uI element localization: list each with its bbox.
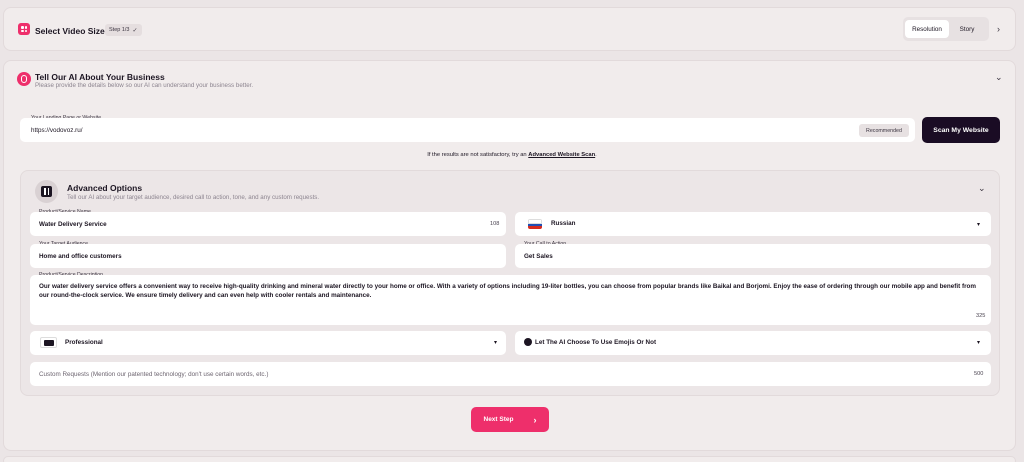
step-label: Step 1/3 xyxy=(109,27,130,33)
ai-logo-icon xyxy=(17,72,31,86)
chevron-down-icon: ▾ xyxy=(977,222,981,228)
bottom-panel-edge xyxy=(3,456,1016,462)
sliders-icon xyxy=(35,180,58,203)
chevron-down-icon: ▾ xyxy=(977,340,981,346)
ai-section-title: Tell Our AI About Your Business xyxy=(35,72,165,82)
chevron-down-icon: ▾ xyxy=(494,340,498,346)
briefcase-icon xyxy=(40,337,57,348)
advanced-scan-link[interactable]: Advanced Website Scan xyxy=(528,152,595,158)
video-size-tabs: Resolution Story xyxy=(903,17,989,41)
chevron-right-icon[interactable]: › xyxy=(997,24,1000,34)
product-name-count: 108 xyxy=(490,221,500,227)
language-value: Russian xyxy=(551,220,576,227)
ai-section-subtitle: Please provide the details below so our … xyxy=(35,82,254,89)
chevron-down-icon[interactable]: ⌄ xyxy=(995,72,1003,83)
chevron-right-icon: › xyxy=(533,414,537,425)
tone-value: Professional xyxy=(65,339,103,346)
recommended-badge: Recommended xyxy=(859,124,909,137)
tab-story[interactable]: Story xyxy=(949,20,985,38)
next-step-button[interactable]: Next Step › xyxy=(471,407,549,432)
advanced-title: Advanced Options xyxy=(67,183,143,193)
description-value: Our water delivery service offers a conv… xyxy=(39,283,976,299)
video-size-title: Select Video Size xyxy=(35,26,105,36)
emoji-icon xyxy=(524,338,532,346)
custom-requests-count: 500 xyxy=(974,371,984,377)
chevron-down-icon[interactable]: ⌄ xyxy=(978,183,986,194)
video-size-panel xyxy=(3,7,1016,51)
russia-flag-icon xyxy=(528,219,542,229)
hint-suffix: . xyxy=(595,152,597,158)
emoji-value: Let The AI Choose To Use Emojis Or Not xyxy=(535,339,657,346)
cta-value: Get Sales xyxy=(524,253,553,260)
custom-requests-placeholder: Custom Requests (Mention our patented te… xyxy=(39,371,269,378)
scan-website-button[interactable]: Scan My Website xyxy=(922,117,1000,143)
language-select[interactable] xyxy=(515,212,991,236)
website-input[interactable] xyxy=(20,118,915,142)
product-name-value: Water Delivery Service xyxy=(39,221,107,228)
step-badge: Step 1/3 ✓ xyxy=(105,24,142,36)
next-step-label: Next Step xyxy=(483,416,514,423)
website-value: https://vodovoz.ru/ xyxy=(31,127,83,134)
tab-resolution[interactable]: Resolution xyxy=(905,20,949,38)
scan-hint: If the results are not satisfactory, try… xyxy=(0,152,1024,158)
hint-prefix: If the results are not satisfactory, try… xyxy=(427,152,529,158)
advanced-subtitle: Tell our AI about your target audience, … xyxy=(67,194,320,201)
description-count: 325 xyxy=(976,313,986,319)
grid-icon xyxy=(18,23,30,35)
check-icon: ✓ xyxy=(132,27,138,34)
audience-value: Home and office customers xyxy=(39,253,122,260)
cta-input[interactable] xyxy=(515,244,991,268)
